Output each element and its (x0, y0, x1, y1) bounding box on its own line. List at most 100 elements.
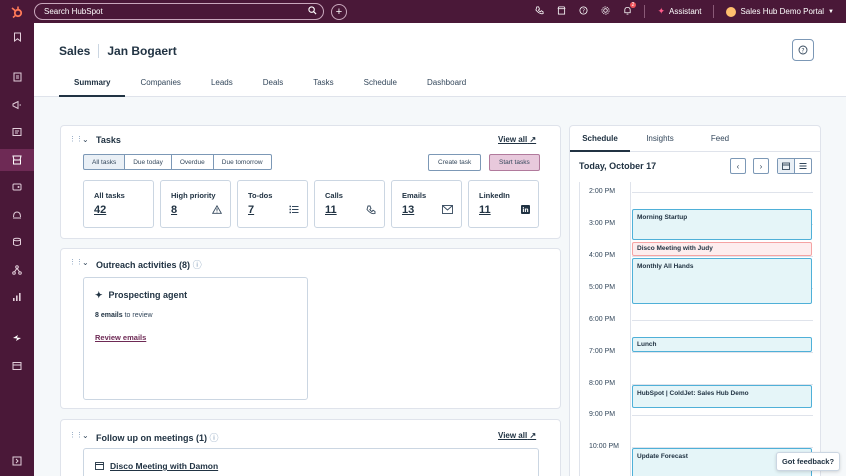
event-disco-meeting-judy[interactable]: Disco Meeting with Judy (632, 242, 812, 256)
search-input[interactable]: Search HubSpot (34, 3, 324, 20)
tasks-view-all-link[interactable]: View all ↗ (498, 135, 536, 144)
tab-dashboard[interactable]: Dashboard (412, 78, 481, 95)
calendar-icon (95, 461, 104, 472)
event-sales-hub-demo[interactable]: HubSpot | ColdJet: Sales Hub Demo (632, 385, 812, 408)
review-emails-link[interactable]: Review emails (95, 333, 146, 342)
service-icon[interactable] (0, 204, 34, 226)
content-icon[interactable] (0, 121, 34, 143)
chevron-right-icon: › (759, 161, 763, 171)
search-icon[interactable] (308, 6, 317, 17)
marketing-megaphone-icon[interactable] (0, 94, 34, 116)
stat-label: Calls (325, 191, 343, 200)
prospecting-agent-panel: ✦ Prospecting agent 8 emails to review Re… (83, 277, 308, 400)
chevron-down-icon[interactable]: ⌄ (82, 135, 89, 144)
assistant-button[interactable]: ✦ Assistant (651, 6, 707, 17)
phone-icon[interactable] (528, 6, 550, 17)
stat-value[interactable]: 8 (171, 204, 177, 216)
meetings-view-all-link[interactable]: View all ↗ (498, 431, 536, 440)
tab-feed[interactable]: Feed (690, 126, 750, 151)
filter-due-today[interactable]: Due today (124, 154, 172, 170)
chevron-down-icon[interactable]: ⌄ (82, 431, 89, 440)
stat-linkedin[interactable]: LinkedIn 11 in (468, 180, 539, 228)
start-tasks-button[interactable]: Start tasks (489, 154, 540, 171)
stat-value[interactable]: 11 (479, 204, 491, 216)
bookmark-icon[interactable] (0, 26, 34, 48)
drag-handle-icon[interactable]: ⋮⋮ (69, 431, 83, 439)
stat-calls[interactable]: Calls 11 (314, 180, 385, 228)
stat-value[interactable]: 7 (248, 204, 254, 216)
meeting-item[interactable]: Disco Meeting with Damon (83, 448, 539, 476)
info-icon: ⓘ (209, 433, 219, 443)
hour-row: 2:00 PM (580, 188, 813, 195)
stat-label: To-dos (248, 191, 273, 200)
tab-tasks[interactable]: Tasks (298, 78, 348, 95)
hour-row: 4:00 PM (580, 252, 813, 259)
drag-handle-icon[interactable]: ⋮⋮ (69, 258, 83, 266)
divider (713, 5, 715, 18)
app-marketplace-icon[interactable] (0, 355, 34, 377)
stat-to-dos[interactable]: To-dos 7 (237, 180, 308, 228)
feedback-button[interactable]: Got feedback? (776, 452, 840, 471)
next-day-button[interactable]: › (753, 158, 769, 174)
breeze-ai-icon[interactable] (0, 327, 34, 349)
filter-all-tasks[interactable]: All tasks (83, 154, 126, 170)
help-button[interactable]: ? (792, 39, 814, 61)
tab-insights[interactable]: Insights (630, 126, 690, 151)
contacts-icon[interactable] (0, 66, 34, 88)
stat-label: LinkedIn (479, 191, 510, 200)
filter-due-tomorrow[interactable]: Due tomorrow (212, 154, 272, 170)
user-name: Jan Bogaert (107, 44, 177, 58)
stat-label: Emails (402, 191, 427, 200)
stat-all-tasks[interactable]: All tasks 42 (83, 180, 154, 228)
workspace-tabs: Summary Companies Leads Deals Tasks Sche… (59, 78, 481, 97)
drag-handle-icon[interactable]: ⋮⋮ (69, 135, 83, 143)
question-circle-icon: ? (798, 45, 808, 55)
tab-schedule-panel[interactable]: Schedule (570, 126, 630, 152)
calendar-view-icon[interactable] (778, 159, 795, 173)
avatar (726, 6, 737, 17)
event-morning-startup[interactable]: Morning Startup (632, 209, 812, 240)
meeting-link[interactable]: Disco Meeting with Damon (110, 461, 218, 472)
hubspot-logo-icon[interactable] (0, 5, 34, 19)
portal-switcher[interactable]: Sales Hub Demo Portal ▼ (720, 6, 846, 17)
tab-deals[interactable]: Deals (248, 78, 298, 95)
tab-schedule[interactable]: Schedule (349, 78, 412, 95)
stat-value[interactable]: 13 (402, 204, 414, 216)
warning-triangle-icon (211, 204, 223, 216)
workspace-title: Sales (59, 44, 91, 58)
divider (98, 44, 100, 58)
tab-summary[interactable]: Summary (59, 78, 126, 97)
data-management-icon[interactable] (0, 231, 34, 253)
stat-value[interactable]: 42 (94, 204, 106, 216)
stat-label: High priority (171, 191, 216, 200)
create-new-button[interactable]: + (331, 3, 347, 20)
chevron-down-icon[interactable]: ⌄ (82, 258, 89, 267)
automation-icon[interactable] (0, 259, 34, 281)
stat-value[interactable]: 11 (325, 204, 337, 216)
previous-day-button[interactable]: ‹ (730, 158, 746, 174)
stat-emails[interactable]: Emails 13 (391, 180, 462, 228)
filter-overdue[interactable]: Overdue (170, 154, 214, 170)
event-lunch[interactable]: Lunch (632, 337, 812, 352)
stat-high-priority[interactable]: High priority 8 (160, 180, 231, 228)
tasks-title: Tasks (96, 135, 121, 145)
commerce-icon[interactable] (0, 176, 34, 198)
marketplace-icon[interactable] (550, 6, 572, 17)
stat-label: All tasks (94, 191, 125, 200)
tab-companies[interactable]: Companies (125, 78, 195, 95)
divider (644, 5, 646, 18)
sales-workspace-icon[interactable] (0, 149, 34, 171)
notification-badge: 2 (629, 2, 637, 8)
expand-sidebar-icon[interactable] (0, 450, 34, 472)
reporting-chart-icon[interactable] (0, 286, 34, 308)
event-monthly-all-hands[interactable]: Monthly All Hands (632, 258, 812, 304)
create-task-button[interactable]: Create task (428, 154, 482, 171)
settings-gear-icon[interactable] (594, 6, 616, 17)
notifications-bell-icon[interactable]: 2 (616, 2, 638, 17)
help-icon[interactable]: ? (572, 6, 594, 17)
info-icon: ⓘ (192, 260, 202, 270)
list-view-icon[interactable] (795, 159, 811, 173)
tab-leads[interactable]: Leads (196, 78, 248, 95)
main-content: Sales Jan Bogaert ? Summary Companies Le… (34, 23, 846, 476)
svg-text:in: in (522, 207, 528, 214)
